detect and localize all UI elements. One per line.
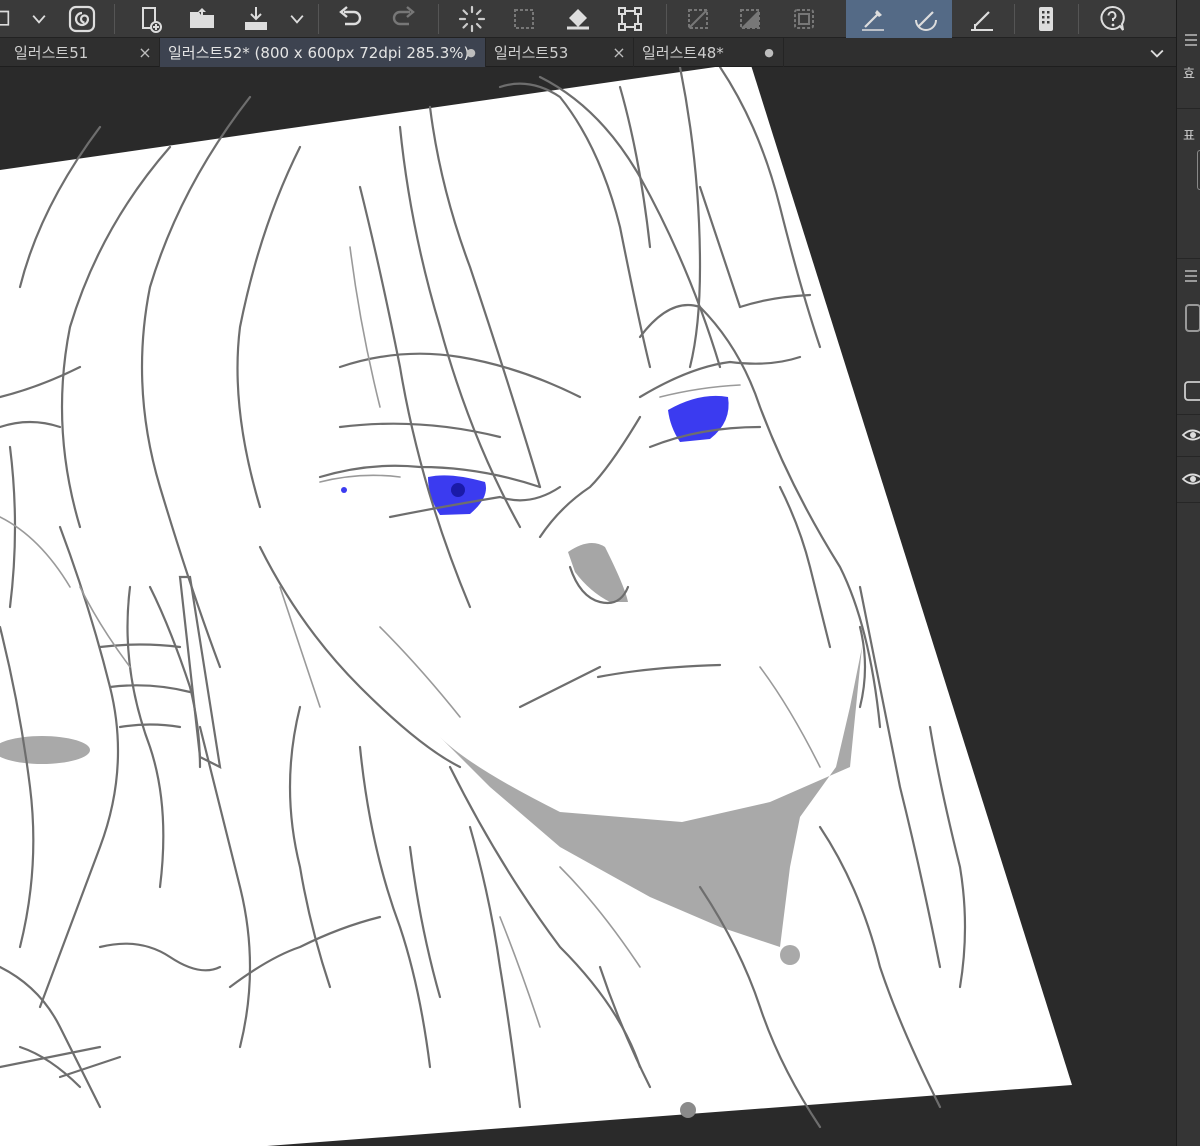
toolbar-separator bbox=[1078, 4, 1079, 34]
export-icon[interactable] bbox=[236, 0, 276, 38]
ruler-pen-icon[interactable] bbox=[962, 0, 1002, 38]
tab-illust-53[interactable]: 일러스트53 × bbox=[486, 38, 634, 67]
brush-selection-tool-icon[interactable] bbox=[900, 0, 952, 38]
chevron-down-icon[interactable] bbox=[26, 0, 52, 38]
panel-label-text: 표 bbox=[1183, 128, 1195, 144]
tab-label: 일러스트52* (800 x 600px 72dpi 285.3%) bbox=[168, 44, 470, 62]
new-canvas-icon[interactable] bbox=[130, 0, 170, 38]
invert-selection-icon[interactable] bbox=[730, 0, 770, 38]
toolbar-separator bbox=[1014, 4, 1015, 34]
layer-folder-icon[interactable] bbox=[1177, 378, 1200, 406]
smartphone-icon[interactable] bbox=[1026, 0, 1066, 38]
crop-selection-icon[interactable] bbox=[784, 0, 824, 38]
eye-icon[interactable] bbox=[1177, 466, 1200, 492]
panel-label: 표 bbox=[1177, 124, 1200, 144]
layer-thumbnail-icon[interactable] bbox=[1177, 300, 1200, 336]
panel-label-text: 효 bbox=[1183, 66, 1195, 82]
eye-highlight-dot bbox=[341, 487, 347, 493]
panel-divider bbox=[1177, 414, 1200, 415]
toolbar-separator bbox=[318, 4, 319, 34]
panel-label: 효 bbox=[1177, 62, 1200, 82]
canvas-paper bbox=[0, 67, 1072, 1146]
drawing-canvas-area[interactable] bbox=[0, 67, 1176, 1146]
panel-menu-icon[interactable] bbox=[1177, 32, 1200, 48]
loading-spinner-icon[interactable] bbox=[452, 0, 492, 38]
export-dropdown-chevron-icon[interactable] bbox=[284, 0, 310, 38]
tab-label: 일러스트51 bbox=[14, 44, 89, 62]
panel-swatch[interactable] bbox=[1177, 150, 1200, 190]
tab-modified-dot-icon[interactable]: ● bbox=[758, 38, 780, 67]
clip-studio-window: 일러스트51 × 일러스트52* (800 x 600px 72dpi 285.… bbox=[0, 0, 1200, 1146]
transform-icon[interactable] bbox=[610, 0, 650, 38]
tab-overflow-chevron-icon[interactable] bbox=[1142, 38, 1172, 67]
eye-icon[interactable] bbox=[1177, 422, 1200, 448]
panel-menu-icon[interactable] bbox=[1177, 268, 1200, 284]
tab-label: 일러스트48* bbox=[642, 44, 724, 62]
undo-icon[interactable] bbox=[330, 0, 370, 38]
spiral-logo-icon[interactable] bbox=[62, 0, 102, 38]
open-folder-icon[interactable] bbox=[182, 0, 222, 38]
document-tab-bar: 일러스트51 × 일러스트52* (800 x 600px 72dpi 285.… bbox=[0, 38, 1176, 67]
clear-selection-icon[interactable] bbox=[678, 0, 718, 38]
rotated-canvas-artwork[interactable] bbox=[0, 67, 1176, 1146]
tab-illust-51[interactable]: 일러스트51 × bbox=[0, 38, 160, 67]
main-toolbar bbox=[0, 0, 1200, 38]
panel-divider bbox=[1177, 456, 1200, 457]
toolbar-separator bbox=[666, 4, 667, 34]
tab-label: 일러스트53 bbox=[494, 44, 569, 62]
selection-icon[interactable] bbox=[504, 0, 544, 38]
toolbar-separator bbox=[114, 4, 115, 34]
redo-icon[interactable] bbox=[384, 0, 424, 38]
pen-selection-tool-icon[interactable] bbox=[846, 0, 900, 38]
help-icon[interactable] bbox=[1092, 0, 1132, 38]
right-side-panel-strip: 효 표 bbox=[1176, 0, 1200, 1146]
tab-close-icon[interactable]: × bbox=[608, 38, 630, 67]
dot-shape bbox=[680, 1102, 696, 1118]
tab-illust-52[interactable]: 일러스트52* (800 x 600px 72dpi 285.3%) ● bbox=[160, 38, 486, 67]
panel-divider bbox=[1177, 502, 1200, 503]
left-eye-pupil bbox=[451, 483, 465, 497]
new-layer-icon[interactable] bbox=[0, 0, 18, 38]
tab-modified-dot-icon[interactable]: ● bbox=[460, 38, 482, 67]
tab-close-icon[interactable]: × bbox=[134, 38, 156, 67]
fill-bucket-icon[interactable] bbox=[558, 0, 598, 38]
panel-divider bbox=[1177, 258, 1200, 259]
dot-shape bbox=[780, 945, 800, 965]
panel-divider bbox=[1177, 108, 1200, 109]
toolbar-separator bbox=[438, 4, 439, 34]
tab-illust-48[interactable]: 일러스트48* ● bbox=[634, 38, 784, 67]
